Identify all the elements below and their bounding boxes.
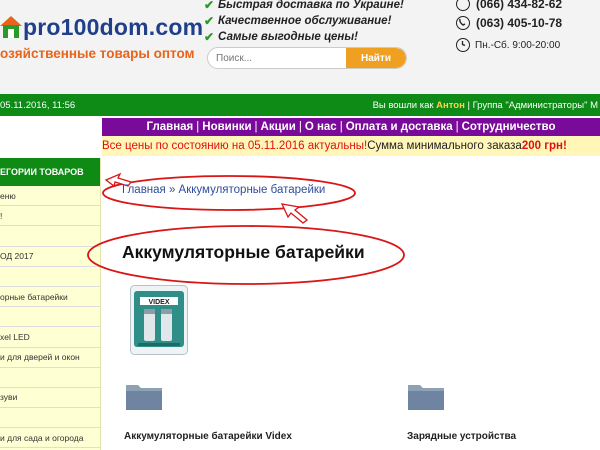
sidebar-item[interactable] <box>0 307 100 328</box>
product-image[interactable]: VIDEX <box>130 281 188 355</box>
house-logo-icon <box>0 15 22 39</box>
nav-about[interactable]: О нас <box>305 121 337 133</box>
nav-new[interactable]: Новинки <box>202 121 251 133</box>
phone-number[interactable]: (066) 434-82-62 <box>476 0 562 11</box>
price-notice: Все цены по состоянию на 05.11.2016 акту… <box>102 136 600 156</box>
check-icon: ✔ <box>204 30 215 44</box>
sidebar-item[interactable]: орные батарейки <box>0 287 100 308</box>
contacts: (066) 434-82-62 (063) 405-10-78 <box>456 0 600 31</box>
product-brand: VIDEX <box>148 299 169 306</box>
phone-icon <box>456 0 470 11</box>
phone-row: (066) 434-82-62 <box>456 0 600 12</box>
sidebar-item[interactable] <box>0 408 100 429</box>
clock-icon <box>456 38 470 52</box>
features-list: ✔ Быстрая доставка по Украине! ✔ Качествен… <box>204 0 404 45</box>
search-input[interactable] <box>208 48 348 68</box>
datetime: 05.11.2016, 11:56 <box>0 100 76 111</box>
main-nav: Главная | Новинки | Акции | О нас | Оплата и… <box>102 118 600 136</box>
search-button[interactable]: Найти <box>346 48 406 68</box>
hours-text: Пн.-Сб. 9:00-20:00 <box>475 39 561 51</box>
annotation-ellipse-breadcrumb <box>102 172 356 224</box>
sidebar-item[interactable]: ! <box>0 206 100 227</box>
tagline: озяйственные товары оптом <box>0 46 195 61</box>
nav-payment-delivery[interactable]: Оплата и доставка <box>346 121 453 133</box>
phone-number[interactable]: (063) 405-10-78 <box>476 16 562 30</box>
login-info: Вы вошли как Антон | Группа "Администрат… <box>372 100 598 111</box>
sidebar-item[interactable] <box>0 226 100 247</box>
folder-icon[interactable] <box>407 381 445 411</box>
sidebar-item[interactable] <box>0 368 100 388</box>
check-icon: ✔ <box>204 0 215 12</box>
category-link[interactable]: Зарядные устройства <box>407 431 516 442</box>
category-link[interactable]: Аккумуляторные батарейки Videx <box>124 431 292 442</box>
nav-promotions[interactable]: Акции <box>261 121 296 133</box>
username-link[interactable]: Антон <box>436 100 465 111</box>
feature-item: ✔ Быстрая доставка по Украине! <box>204 0 404 12</box>
sidebar-title: ЕГОРИИ ТОВАРОВ <box>0 158 100 186</box>
search-box: Найти <box>207 47 407 69</box>
feature-item: ✔ Качественное обслуживание! <box>204 14 392 28</box>
feature-item: ✔ Самые выгодные цены! <box>204 30 358 44</box>
page-title: Аккумуляторные батарейки <box>122 242 365 262</box>
phone-row: (063) 405-10-78 <box>456 15 600 31</box>
status-bar: 05.11.2016, 11:56 Вы вошли как Антон | Г… <box>0 94 600 116</box>
category-sidebar: ЕГОРИИ ТОВАРОВ еню ! ОД 2017 орные батар… <box>0 158 101 450</box>
sidebar-item[interactable] <box>0 267 100 287</box>
sidebar-item[interactable]: зуви <box>0 388 100 409</box>
sidebar-item[interactable]: xel LED <box>0 327 100 348</box>
check-icon: ✔ <box>204 14 215 28</box>
logo-text: pro100dom.com <box>23 13 204 40</box>
folder-icon[interactable] <box>125 381 163 411</box>
sidebar-item[interactable]: и для дверей и окон <box>0 348 100 368</box>
site-header: pro100dom.com озяйственные товары оптом … <box>0 0 600 94</box>
logo[interactable]: pro100dom.com <box>0 12 203 42</box>
sidebar-item[interactable]: ОД 2017 <box>0 247 100 267</box>
phone-icon <box>456 16 470 30</box>
working-hours: Пн.-Сб. 9:00-20:00 <box>456 38 560 52</box>
sidebar-item[interactable]: и для сада и огорода <box>0 428 100 449</box>
nav-home[interactable]: Главная <box>147 121 194 133</box>
sidebar-item[interactable]: еню <box>0 186 100 207</box>
breadcrumb[interactable]: Главная » Аккумуляторные батарейки <box>122 184 325 196</box>
nav-cooperation[interactable]: Сотрудничество <box>462 121 556 133</box>
